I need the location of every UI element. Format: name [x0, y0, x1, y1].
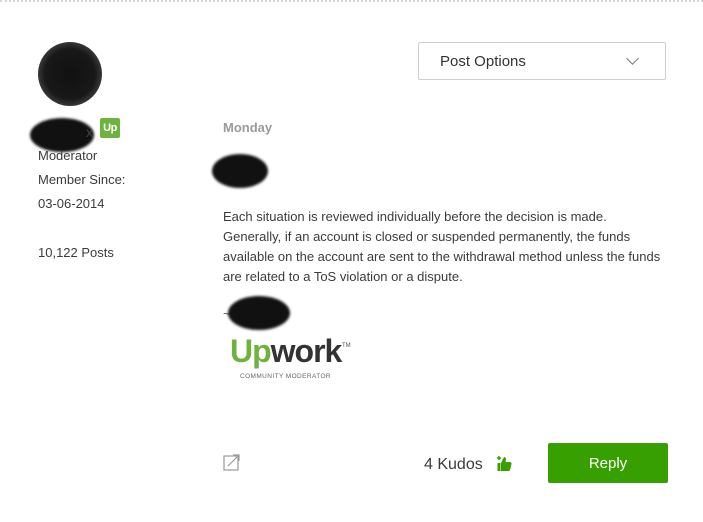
post-options-dropdown[interactable]: Post Options [418, 42, 666, 80]
post-count[interactable]: 10,122 Posts [38, 245, 114, 260]
post-date: Monday [223, 120, 273, 135]
upwork-badge-icon: Up [100, 118, 120, 138]
member-since-label: Member Since: [38, 172, 126, 187]
logo-caption: COMMUNITY MODERATOR [240, 373, 332, 380]
redacted-username [30, 118, 94, 152]
post-body: Each situation is reviewed individually … [223, 209, 661, 284]
username[interactable]: x [86, 124, 93, 140]
logo-trademark: TM [342, 343, 351, 349]
reply-button[interactable]: Reply [548, 443, 668, 483]
redacted-greeting [212, 154, 268, 188]
redacted-signature [228, 296, 290, 330]
expand-icon[interactable] [222, 452, 242, 472]
author-rank: Moderator [38, 148, 98, 163]
chevron-down-icon [626, 52, 639, 65]
upwork-community-moderator-logo: Upwork TM COMMUNITY MODERATOR [230, 333, 360, 383]
thumbs-up-icon[interactable] [496, 455, 514, 473]
kudos-count[interactable]: 4 Kudos [424, 456, 483, 474]
post-divider [0, 0, 703, 2]
post-options-label: Post Options [440, 52, 526, 70]
member-since-date: 03-06-2014 [38, 196, 105, 211]
avatar[interactable] [38, 42, 102, 106]
logo-wordmark: Upwork [230, 333, 342, 369]
